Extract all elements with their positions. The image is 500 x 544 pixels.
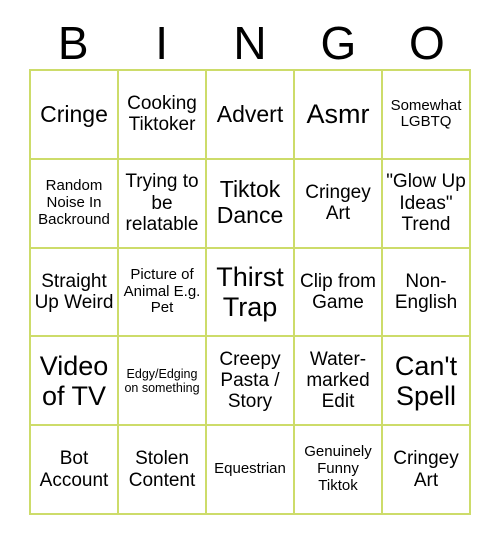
bingo-cell[interactable]: Trying to be relatable bbox=[119, 159, 207, 249]
bingo-cell-label: "Glow Up Ideas" Trend bbox=[386, 171, 466, 235]
bingo-cell-label: Video of TV bbox=[39, 350, 109, 411]
bingo-cell[interactable]: Genuinely Funny Tiktok bbox=[295, 426, 383, 515]
bingo-cell-label: Tiktok Dance bbox=[216, 176, 284, 229]
bingo-cell-label: Advert bbox=[216, 100, 284, 127]
bingo-cell-label: Asmr bbox=[306, 99, 370, 130]
bingo-header-letter-b: B bbox=[57, 17, 89, 69]
bingo-cell-label: Picture of Animal E.g. Pet bbox=[123, 265, 201, 317]
bingo-cell[interactable]: Bot Account bbox=[31, 426, 119, 515]
bingo-cell[interactable]: Thirst Trap bbox=[207, 248, 295, 338]
bingo-cell[interactable]: Video of TV bbox=[31, 337, 119, 427]
bingo-cell[interactable]: "Glow Up Ideas" Trend bbox=[383, 159, 471, 249]
bingo-header-letter-o: O bbox=[408, 17, 445, 69]
bingo-cell-label: Somewhat LGBTQ bbox=[390, 96, 462, 131]
bingo-cell[interactable]: Cringey Art bbox=[383, 426, 471, 515]
bingo-cell[interactable]: Non-English bbox=[383, 248, 471, 338]
bingo-header-letter-i: I bbox=[155, 17, 168, 69]
bingo-cell[interactable]: Picture of Animal E.g. Pet bbox=[119, 248, 207, 338]
bingo-cell-label: Bot Account bbox=[39, 448, 109, 491]
bingo-cell-label: Cringey Art bbox=[393, 448, 459, 491]
bingo-cell[interactable]: Cringey Art bbox=[295, 159, 383, 249]
bingo-card: B I N G O Cringe Cooking Tiktoker Advert… bbox=[0, 0, 500, 544]
bingo-cell[interactable]: Equestrian bbox=[207, 426, 295, 515]
bingo-cell-label: Creepy Pasta / Story bbox=[219, 348, 281, 413]
bingo-cell-label: Equestrian bbox=[214, 460, 286, 478]
bingo-cell-label: Clip from Game bbox=[299, 270, 376, 313]
bingo-cell-label: Genuinely Funny Tiktok bbox=[304, 443, 372, 494]
bingo-cell[interactable]: Random Noise In Backround bbox=[31, 159, 119, 249]
bingo-header-letter-n: N bbox=[233, 17, 267, 69]
bingo-cell-label: Stolen Content bbox=[128, 448, 196, 491]
bingo-cell[interactable]: Clip from Game bbox=[295, 248, 383, 338]
bingo-cell[interactable]: Asmr bbox=[295, 71, 383, 160]
bingo-cell[interactable]: Advert bbox=[207, 71, 295, 160]
bingo-cell[interactable]: Cringe bbox=[31, 71, 119, 160]
bingo-cell-label: Trying to be relatable bbox=[125, 171, 199, 235]
bingo-cell[interactable]: Somewhat LGBTQ bbox=[383, 71, 471, 160]
bingo-header-letter-g: G bbox=[320, 17, 357, 69]
bingo-header: B I N G O bbox=[29, 17, 471, 69]
bingo-cell-label: Cringey Art bbox=[305, 181, 371, 225]
bingo-cell-label: Edgy/Edging on something bbox=[124, 366, 200, 395]
bingo-cell-label: Can't Spell bbox=[394, 350, 458, 411]
bingo-cell[interactable]: Straight Up Weird bbox=[31, 248, 119, 338]
bingo-grid: Cringe Cooking Tiktoker Advert Asmr Some… bbox=[29, 69, 471, 515]
bingo-cell[interactable]: Can't Spell bbox=[383, 337, 471, 427]
bingo-cell-label: Random Noise In Backround bbox=[38, 177, 110, 228]
bingo-cell[interactable]: Edgy/Edging on something bbox=[119, 337, 207, 427]
bingo-cell-label: Water-marked Edit bbox=[306, 348, 370, 413]
bingo-cell[interactable]: Creepy Pasta / Story bbox=[207, 337, 295, 427]
bingo-cell-label: Cringe bbox=[40, 100, 108, 127]
bingo-cell-label: Cooking Tiktoker bbox=[127, 93, 197, 136]
bingo-cell-label: Thirst Trap bbox=[216, 261, 284, 322]
bingo-cell[interactable]: Cooking Tiktoker bbox=[119, 71, 207, 160]
bingo-cell[interactable]: Tiktok Dance bbox=[207, 159, 295, 249]
bingo-cell[interactable]: Water-marked Edit bbox=[295, 337, 383, 427]
bingo-cell-label: Non-English bbox=[394, 270, 458, 313]
bingo-cell-label: Straight Up Weird bbox=[34, 270, 114, 313]
bingo-cell[interactable]: Stolen Content bbox=[119, 426, 207, 515]
